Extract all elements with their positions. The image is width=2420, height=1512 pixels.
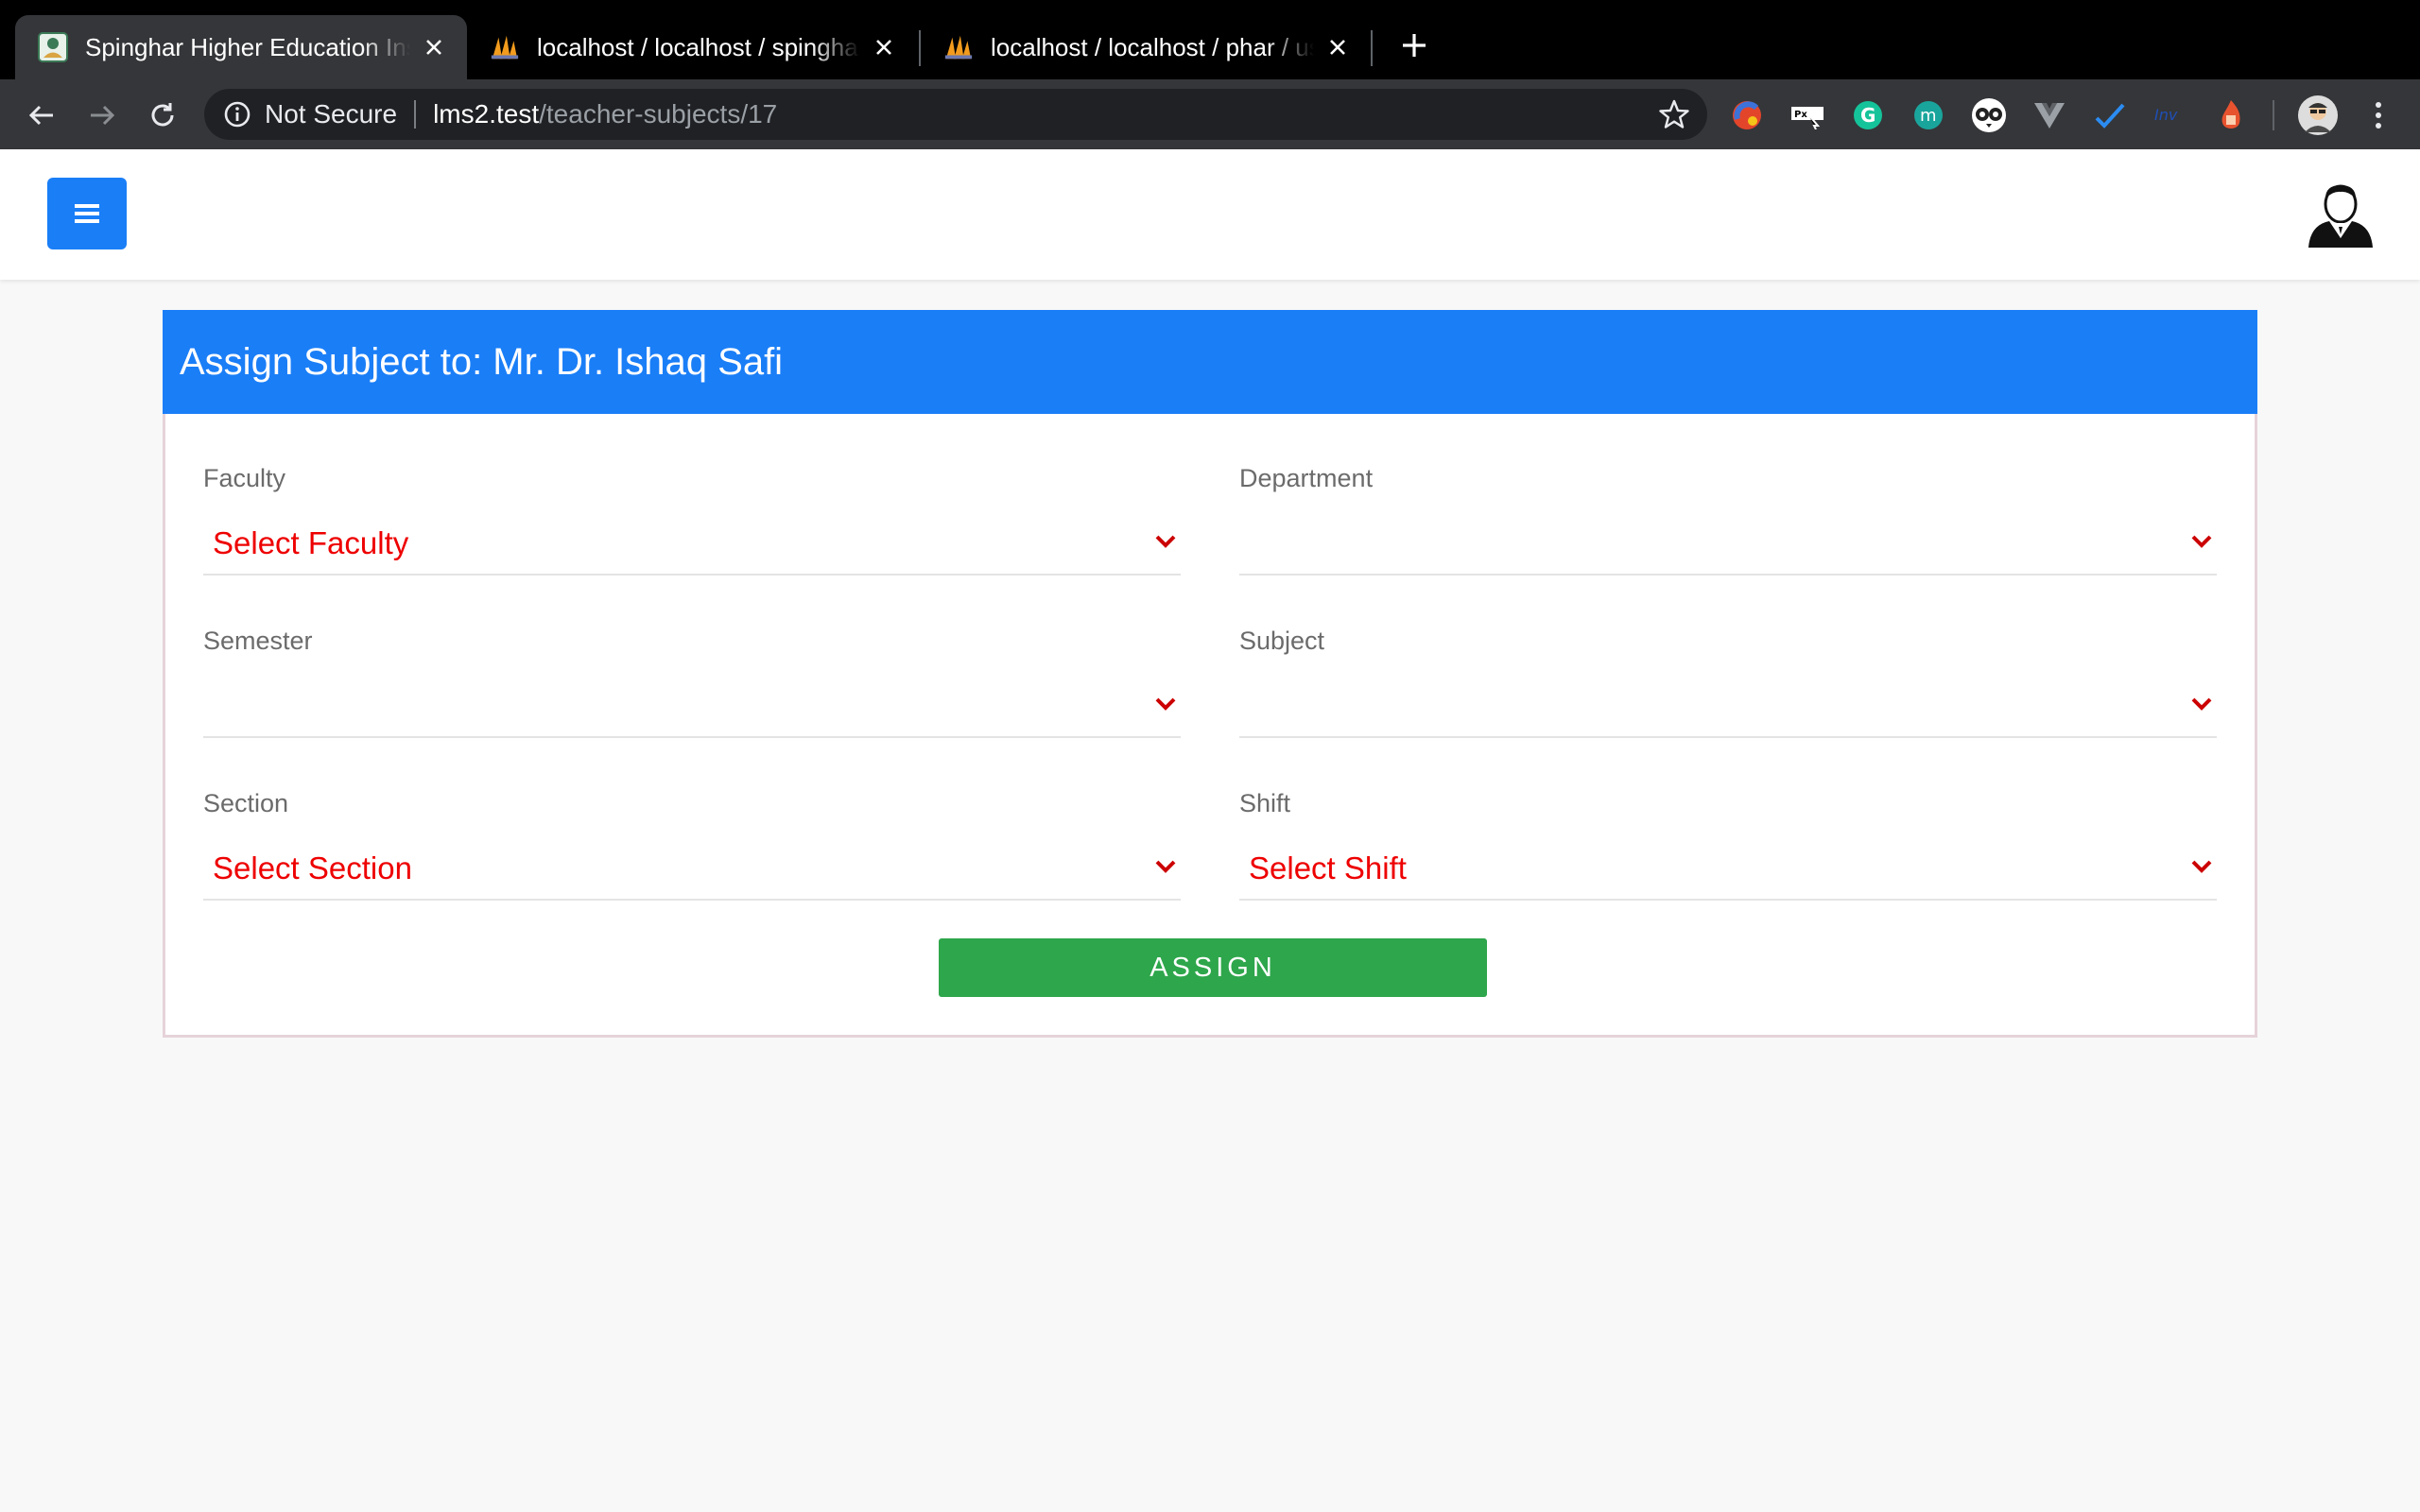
profile-avatar-icon[interactable]: [2297, 94, 2339, 136]
tab-localhost-spinghar[interactable]: localhost / localhost / spinghar: [467, 15, 917, 79]
reload-icon[interactable]: [144, 96, 182, 134]
browser-toolbar: Not Secure lms2.test/teacher-subjects/17…: [0, 79, 2420, 149]
section-select-value: Select Section: [213, 850, 412, 885]
page-ruler-icon[interactable]: Px: [1789, 96, 1826, 134]
todo-check-icon[interactable]: [2091, 96, 2129, 134]
section-label: Section: [203, 789, 289, 817]
svg-text:Inv: Inv: [2154, 106, 2178, 124]
svg-text:m: m: [1920, 106, 1937, 126]
close-tab-icon[interactable]: [1323, 33, 1352, 61]
shift-select-value: Select Shift: [1249, 850, 1407, 885]
spinghar-logo-icon: [38, 32, 68, 62]
user-avatar[interactable]: [2307, 180, 2375, 249]
sidebar-toggle-button[interactable]: [47, 178, 127, 249]
address-divider: [414, 100, 417, 129]
semester-select[interactable]: [203, 676, 1181, 738]
chevron-down-icon: [1155, 860, 1176, 873]
close-tab-icon[interactable]: [870, 33, 898, 61]
assign-button[interactable]: ASSIGN: [939, 938, 1487, 997]
chevron-down-icon: [2191, 860, 2212, 873]
chevron-down-icon: [1155, 697, 1176, 711]
address-bar[interactable]: Not Secure lms2.test/teacher-subjects/17: [204, 89, 1707, 140]
bookmark-star-icon[interactable]: [1658, 98, 1690, 130]
tab-title: localhost / localhost / spinghar: [537, 32, 860, 61]
vue-devtools-icon[interactable]: [2031, 96, 2068, 134]
subject-select[interactable]: [1239, 676, 2217, 738]
semester-label: Semester: [203, 627, 313, 655]
svg-text:Px: Px: [1794, 110, 1807, 120]
tab-divider: [1371, 30, 1373, 66]
hamburger-menu-icon: [75, 204, 99, 223]
section-select[interactable]: Select Section: [203, 838, 1181, 901]
forward-arrow-icon[interactable]: [83, 96, 121, 134]
department-label: Department: [1239, 464, 1374, 492]
app-header: [0, 149, 2420, 280]
back-arrow-icon[interactable]: [23, 96, 60, 134]
phpmyadmin-icon: [943, 32, 974, 62]
tab-localhost-phar[interactable]: localhost / localhost / phar / users: [921, 15, 1371, 79]
svg-text:G: G: [1860, 104, 1876, 127]
tab-spinghar[interactable]: Spinghar Higher Education Institute: [15, 15, 467, 79]
shift-label: Shift: [1239, 789, 1291, 817]
subject-label: Subject: [1239, 627, 1325, 655]
mercury-icon[interactable]: m: [1910, 96, 1947, 134]
tab-title: localhost / localhost / phar / users: [991, 32, 1314, 61]
new-tab-plus-icon[interactable]: [1397, 28, 1431, 62]
chevron-down-icon: [1155, 535, 1176, 548]
grammarly-icon[interactable]: G: [1849, 96, 1887, 134]
chevron-down-icon: [2191, 697, 2212, 711]
color-picker-icon[interactable]: [1728, 96, 1766, 134]
browser-tab-strip: Spinghar Higher Education Institute loca…: [0, 0, 2420, 79]
faculty-select-value: Select Faculty: [213, 525, 409, 560]
security-label: Not Secure: [265, 99, 398, 129]
faculty-select[interactable]: Select Faculty: [203, 513, 1181, 576]
tab-title: Spinghar Higher Education Institute: [85, 32, 410, 61]
info-icon[interactable]: [223, 100, 251, 129]
phpmyadmin-icon: [490, 32, 520, 62]
fire-extension-icon[interactable]: [2212, 96, 2250, 134]
owl-icon[interactable]: [1970, 96, 2008, 134]
chevron-down-icon: [2191, 535, 2212, 548]
faculty-label: Faculty: [203, 464, 286, 492]
url-host: lms2.test: [433, 99, 540, 129]
user-avatar-icon: [2308, 184, 2373, 248]
toolbar-divider: [2273, 100, 2274, 130]
close-tab-icon[interactable]: [420, 33, 448, 61]
assign-subject-card: Assign Subject to: Mr. Dr. Ishaq Safi Fa…: [163, 310, 2257, 1038]
card-header: Assign Subject to: Mr. Dr. Ishaq Safi: [163, 310, 2257, 414]
card-title: Assign Subject to: Mr. Dr. Ishaq Safi: [180, 340, 784, 383]
shift-select[interactable]: Select Shift: [1239, 838, 2217, 901]
department-select[interactable]: [1239, 513, 2217, 576]
inv-icon[interactable]: Inv: [2152, 96, 2189, 134]
kebab-menu-icon[interactable]: [2360, 96, 2397, 134]
url-path: /teacher-subjects/17: [539, 99, 778, 129]
